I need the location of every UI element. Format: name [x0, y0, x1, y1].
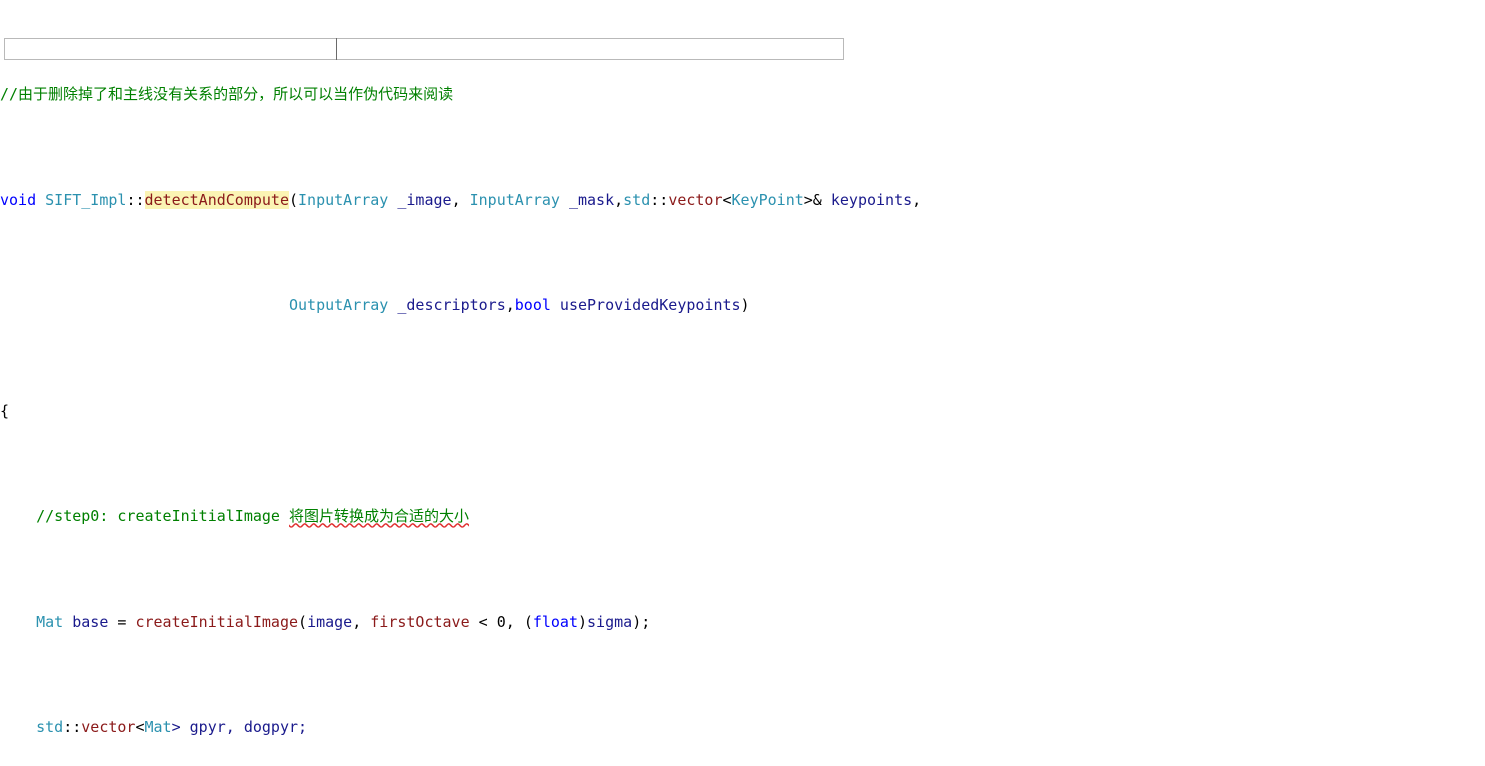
token-keypoint-type: KeyPoint [731, 190, 804, 209]
token-create-initial-image: createInitialImage [135, 612, 299, 631]
token-param-descriptors: _descriptors [388, 296, 506, 315]
token-vector: vector [668, 190, 723, 209]
code-line: { [0, 401, 1485, 422]
token-param-image: _image [388, 190, 452, 209]
token-input-array-1: InputArray [298, 190, 389, 209]
token-mat-2: Mat [144, 718, 172, 737]
token-param-use-provided: useProvidedKeypoints [550, 296, 741, 315]
comment-step0-cn: 将图片转换成为合适的大小 [289, 507, 470, 526]
token-gpyr-dogpyr: > gpyr, dogpyr; [171, 718, 308, 737]
token-sigma: sigma [587, 612, 633, 631]
code-line-signature: void SIFT_Impl::detectAndCompute(InputAr… [0, 190, 922, 209]
token-std-2: std [36, 718, 64, 737]
code-line: //由于删除掉了和主线没有关系的部分，所以可以当作伪代码来阅读 [0, 84, 1485, 105]
comment-header: //由于删除掉了和主线没有关系的部分，所以可以当作伪代码来阅读 [0, 85, 454, 104]
code-line-signature-cont: OutputArray _descriptors,bool useProvide… [288, 296, 750, 315]
code-editor[interactable]: //由于删除掉了和主线没有关系的部分，所以可以当作伪代码来阅读 void SIF… [0, 0, 1485, 766]
token-first-octave-1: firstOctave [370, 612, 470, 631]
code-line: std::vector<Mat> gpyr, dogpyr; [36, 718, 308, 737]
token-class-name: SIFT_Impl [45, 190, 127, 209]
token-bool: bool [514, 296, 551, 315]
code-content[interactable]: //由于删除掉了和主线没有关系的部分，所以可以当作伪代码来阅读 void SIF… [0, 0, 1485, 766]
token-image: image [307, 612, 353, 631]
token-base: base [63, 612, 118, 631]
code-line: Mat base = createInitialImage(image, fir… [36, 612, 651, 631]
token-mat-1: Mat [36, 612, 64, 631]
comment-step0-label: //step0: createInitialImage [36, 507, 289, 526]
token-output-array: OutputArray [288, 296, 389, 315]
token-scope: :: [126, 190, 145, 209]
token-param-mask: _mask [559, 190, 615, 209]
token-vector-2: vector [81, 718, 136, 737]
token-keypoints-param: keypoints [830, 190, 913, 209]
token-open-brace: { [0, 401, 10, 420]
token-lparen: ( [289, 190, 299, 209]
code-line-comment-step0: //step0: createInitialImage 将图片转换成为合适的大小 [0, 506, 1485, 527]
token-input-array-2: InputArray [469, 190, 560, 209]
token-std-1: std [623, 190, 651, 209]
token-float-cast: float [532, 612, 578, 631]
token-void: void [0, 190, 37, 209]
token-detect-and-compute[interactable]: detectAndCompute [144, 190, 289, 209]
